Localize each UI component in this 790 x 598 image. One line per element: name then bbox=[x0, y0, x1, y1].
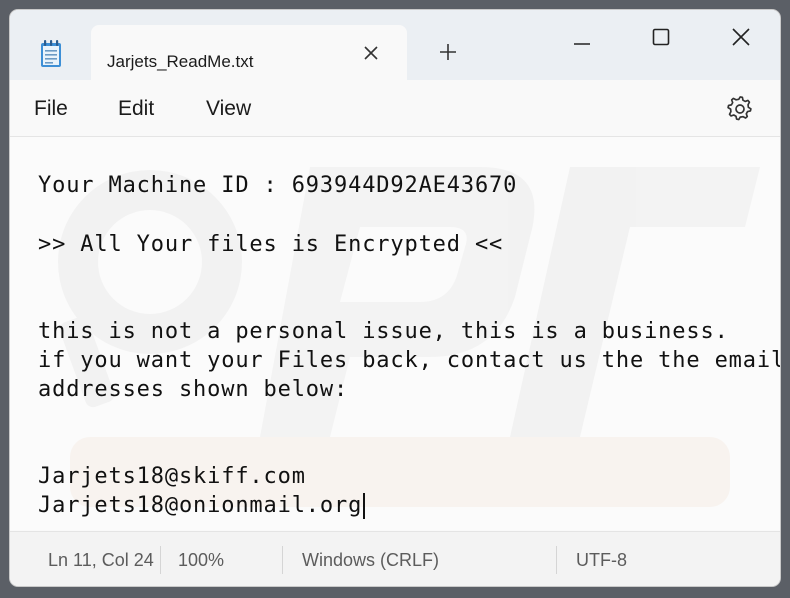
text-editor[interactable]: Your Machine ID : 693944D92AE43670 >> Al… bbox=[10, 137, 780, 530]
close-icon[interactable] bbox=[726, 22, 756, 52]
zoom-level[interactable]: 100% bbox=[178, 550, 224, 571]
text-caret bbox=[363, 493, 366, 519]
status-divider bbox=[282, 546, 283, 574]
text-line: this is not a personal issue, this is a … bbox=[38, 319, 729, 344]
tab-title: Jarjets_ReadMe.txt bbox=[107, 52, 254, 71]
maximize-icon[interactable] bbox=[646, 22, 676, 52]
text-line: >> All Your files is Encrypted << bbox=[38, 232, 504, 257]
title-bar: Jarjets_ReadMe.txt bbox=[10, 10, 780, 80]
close-icon[interactable] bbox=[359, 41, 383, 65]
status-divider bbox=[160, 546, 161, 574]
text-line: addresses shown below: bbox=[38, 377, 349, 402]
notepad-icon bbox=[41, 40, 61, 67]
line-endings[interactable]: Windows (CRLF) bbox=[302, 550, 439, 571]
minimize-icon[interactable] bbox=[567, 22, 597, 52]
text-line: Jarjets18@onionmail.org bbox=[38, 493, 363, 518]
menu-file[interactable]: File bbox=[34, 97, 68, 121]
menu-view[interactable]: View bbox=[206, 97, 251, 121]
text-line: Your Machine ID : 693944D92AE43670 bbox=[38, 173, 518, 198]
gear-icon[interactable] bbox=[726, 95, 754, 123]
cursor-position: Ln 11, Col 24 bbox=[48, 550, 154, 570]
text-line-last: Jarjets18@onionmail.org bbox=[38, 493, 366, 519]
encoding[interactable]: UTF-8 bbox=[576, 550, 627, 571]
menu-edit[interactable]: Edit bbox=[118, 97, 154, 121]
notepad-window: Jarjets_ReadMe.txt File Edit View Your M… bbox=[10, 10, 780, 586]
text-line: Jarjets18@skiff.com bbox=[38, 464, 306, 489]
menu-bar: File Edit View bbox=[10, 80, 780, 137]
tab-jarjets-readme[interactable]: Jarjets_ReadMe.txt bbox=[91, 25, 407, 80]
plus-icon[interactable] bbox=[436, 40, 460, 64]
status-divider bbox=[556, 546, 557, 574]
status-bar: Ln 11, Col 24 100% Windows (CRLF) UTF-8 bbox=[10, 531, 780, 586]
text-line: if you want your Files back, contact us … bbox=[38, 348, 780, 373]
